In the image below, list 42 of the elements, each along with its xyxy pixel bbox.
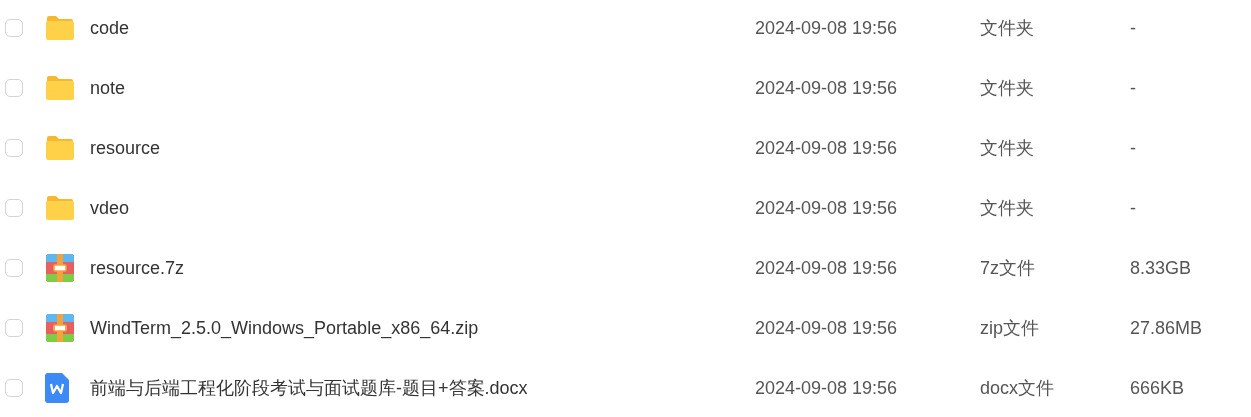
- checkbox[interactable]: [5, 139, 23, 157]
- file-type: 文件夹: [980, 17, 1034, 40]
- file-size: 8.33GB: [1130, 257, 1192, 279]
- file-name[interactable]: resource: [90, 137, 161, 159]
- modified-date: 2024-09-08 19:56: [755, 77, 898, 99]
- file-type: 7z文件: [980, 257, 1035, 280]
- file-name[interactable]: code: [90, 17, 130, 39]
- modified-date: 2024-09-08 19:56: [755, 137, 898, 159]
- file-size: -: [1130, 77, 1136, 99]
- modified-date: 2024-09-08 19:56: [755, 257, 898, 279]
- file-name[interactable]: 前端与后端工程化阶段考试与面试题库-题目+答案.docx: [90, 376, 528, 400]
- file-type: docx文件: [980, 377, 1055, 400]
- checkbox[interactable]: [5, 259, 23, 277]
- archive-icon: [45, 313, 75, 343]
- file-type: 文件夹: [980, 197, 1034, 220]
- checkbox[interactable]: [5, 319, 23, 337]
- file-type: 文件夹: [980, 77, 1034, 100]
- folder-icon: [45, 15, 75, 41]
- file-name[interactable]: note: [90, 77, 126, 99]
- modified-date: 2024-09-08 19:56: [755, 377, 898, 399]
- file-name[interactable]: resource.7z: [90, 257, 185, 279]
- file-size: 666KB: [1130, 377, 1185, 399]
- file-name[interactable]: vdeo: [90, 197, 130, 219]
- modified-date: 2024-09-08 19:56: [755, 197, 898, 219]
- checkbox[interactable]: [5, 379, 23, 397]
- checkbox[interactable]: [5, 199, 23, 217]
- file-size: -: [1130, 137, 1136, 159]
- checkbox[interactable]: [5, 19, 23, 37]
- modified-date: 2024-09-08 19:56: [755, 317, 898, 339]
- folder-icon: [45, 75, 75, 101]
- file-size: -: [1130, 197, 1136, 219]
- file-size: 27.86MB: [1130, 317, 1203, 339]
- file-size: -: [1130, 17, 1136, 39]
- archive-icon: [45, 253, 75, 283]
- file-type: 文件夹: [980, 137, 1034, 160]
- file-name[interactable]: WindTerm_2.5.0_Windows_Portable_x86_64.zip: [90, 317, 479, 339]
- folder-icon: [45, 135, 75, 161]
- checkbox[interactable]: [5, 79, 23, 97]
- word-document-icon: [45, 373, 69, 403]
- modified-date: 2024-09-08 19:56: [755, 17, 898, 39]
- folder-icon: [45, 195, 75, 221]
- file-type: zip文件: [980, 317, 1039, 340]
